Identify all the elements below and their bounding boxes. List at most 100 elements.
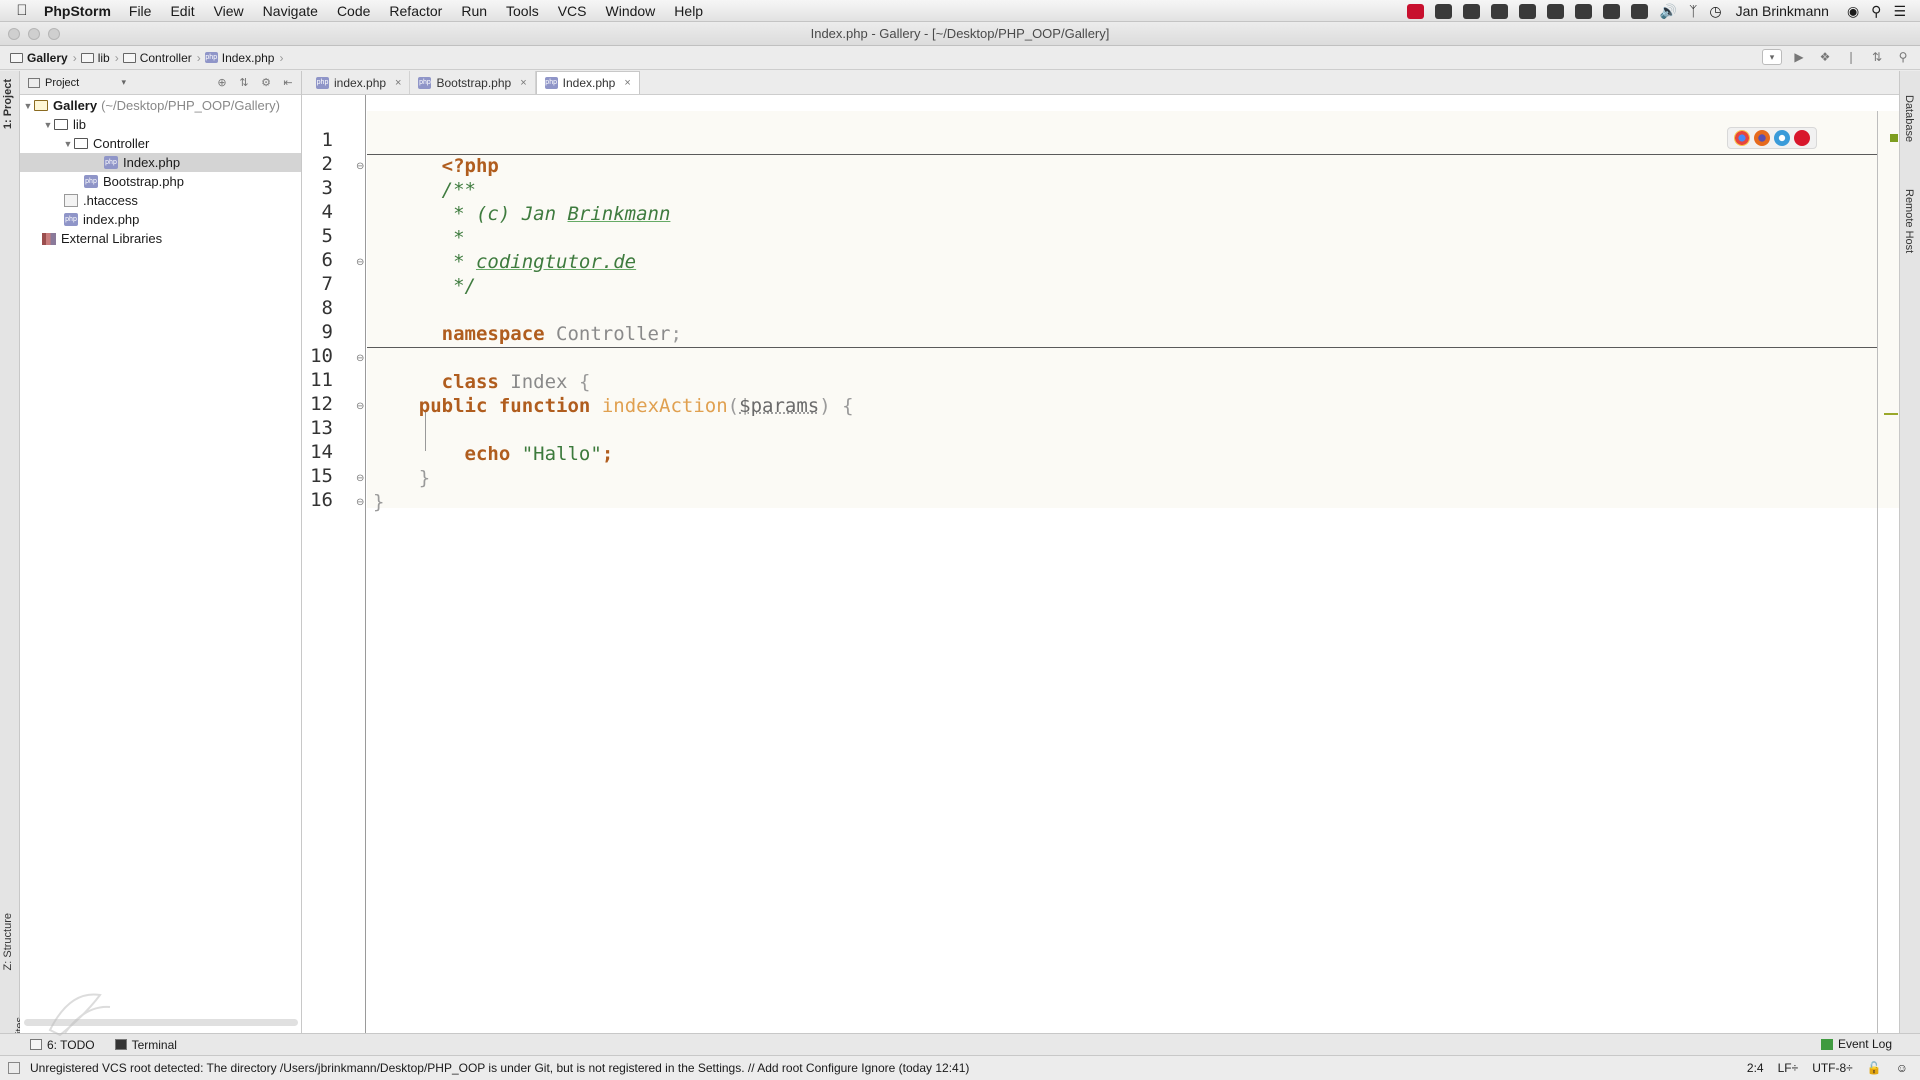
class-name: Index: [510, 371, 568, 393]
account-icon[interactable]: ◉: [1847, 3, 1859, 20]
tool-windows-toggle-icon[interactable]: [8, 1062, 20, 1074]
notification-center-icon[interactable]: ☰: [1893, 3, 1906, 20]
tree-item-index-php-root[interactable]: php index.php: [20, 210, 301, 229]
close-icon[interactable]: ×: [624, 77, 630, 89]
menu-vcs[interactable]: VCS: [558, 3, 587, 19]
tree-item-external-libraries[interactable]: External Libraries: [20, 229, 301, 248]
fold-marker-icon[interactable]: ⊖: [356, 257, 364, 268]
tab-index-php-root[interactable]: php index.php ×: [308, 71, 411, 94]
chrome-icon[interactable]: [1734, 130, 1750, 146]
inspection-status-icon[interactable]: [1890, 134, 1898, 142]
encoding-selector[interactable]: UTF-8÷: [1812, 1061, 1853, 1075]
open-in-browser-toolbar: [1727, 127, 1817, 149]
apple-icon[interactable]: : [0, 2, 44, 19]
time-machine-icon[interactable]: ◷: [1709, 3, 1721, 20]
breadcrumb-controller[interactable]: Controller ›: [122, 51, 201, 65]
line-separator-selector[interactable]: LF÷: [1778, 1061, 1799, 1075]
status-message[interactable]: Unregistered VCS root detected: The dire…: [30, 1061, 969, 1075]
project-tool-tab[interactable]: 1: Project: [2, 79, 14, 129]
expanded-arrow-icon[interactable]: ▼: [22, 101, 34, 111]
expanded-arrow-icon[interactable]: ▼: [62, 139, 74, 149]
menu-app-name[interactable]: PhpStorm: [44, 3, 111, 19]
tree-item-index-php[interactable]: php Index.php: [20, 153, 301, 172]
namespace-name: Controller: [556, 323, 671, 345]
tab-bootstrap-php[interactable]: php Bootstrap.php ×: [410, 71, 536, 94]
fold-marker-icon[interactable]: ⊖: [356, 401, 364, 412]
tree-item-htaccess[interactable]: .htaccess: [20, 191, 301, 210]
fold-marker-icon[interactable]: ⊖: [356, 497, 364, 508]
fold-marker-icon[interactable]: ⊖: [356, 161, 364, 172]
opera-icon[interactable]: [1794, 130, 1810, 146]
hide-panel-icon[interactable]: ⇤: [281, 76, 295, 89]
spotlight-icon[interactable]: ⚲: [1871, 3, 1881, 20]
plus-icon[interactable]: [1490, 3, 1508, 19]
run-configuration-dropdown[interactable]: ▾: [1762, 49, 1782, 65]
code-editor[interactable]: 1 2 3 4 5 6 7 8 9 10 11 12 13 14 15 16 ⊖…: [302, 95, 1899, 1033]
fold-marker-icon[interactable]: ⊖: [356, 353, 364, 364]
search-icon[interactable]: ⚲: [1894, 49, 1912, 65]
project-view-dropdown[interactable]: Project ▾: [28, 75, 126, 91]
menu-help[interactable]: Help: [674, 3, 703, 19]
caret-position[interactable]: 2:4: [1747, 1061, 1764, 1075]
gear-icon[interactable]: ⚙: [259, 76, 273, 89]
clipboard-icon[interactable]: [1546, 3, 1564, 19]
scroll-from-source-icon[interactable]: ⊕: [215, 76, 229, 89]
menu-view[interactable]: View: [214, 3, 244, 19]
tree-item-gallery[interactable]: ▼ Gallery (~/Desktop/PHP_OOP/Gallery): [20, 96, 301, 115]
coverage-icon[interactable]: ❘: [1842, 49, 1860, 65]
tree-item-controller[interactable]: ▼ Controller: [20, 134, 301, 153]
menu-window[interactable]: Window: [606, 3, 656, 19]
terminal-tool-tab[interactable]: Terminal: [114, 1038, 177, 1052]
parameter-variable: $params: [739, 395, 820, 417]
line-number: 10: [310, 345, 333, 367]
menu-code[interactable]: Code: [337, 3, 370, 19]
record-icon[interactable]: [1406, 3, 1424, 19]
breadcrumb-index-php[interactable]: php Index.php ›: [204, 51, 283, 65]
debug-icon[interactable]: ❖: [1816, 49, 1834, 65]
close-icon[interactable]: ×: [395, 77, 401, 89]
vcs-update-icon[interactable]: ⇅: [1868, 49, 1886, 65]
menu-file[interactable]: File: [129, 3, 152, 19]
doc-comment-link[interactable]: codingtutor.de: [476, 251, 636, 273]
menu-edit[interactable]: Edit: [170, 3, 194, 19]
dropbox-icon[interactable]: [1434, 3, 1452, 19]
keyword: class: [441, 371, 499, 393]
menu-navigate[interactable]: Navigate: [263, 3, 318, 19]
error-stripe-marker[interactable]: [1884, 413, 1898, 415]
event-log-tool-tab[interactable]: Event Log: [1820, 1037, 1892, 1051]
breadcrumb-lib[interactable]: lib ›: [80, 51, 119, 65]
tree-item-lib[interactable]: ▼ lib: [20, 115, 301, 134]
tab-index-php[interactable]: php Index.php ×: [535, 71, 640, 94]
volume-icon[interactable]: 🔊: [1660, 3, 1677, 20]
menu-run[interactable]: Run: [461, 3, 487, 19]
line-number-gutter[interactable]: 1 2 3 4 5 6 7 8 9 10 11 12 13 14 15 16 ⊖…: [302, 95, 366, 1033]
code-area[interactable]: <?php /** * (c) Jan Brinkmann * * coding…: [367, 95, 1899, 1033]
database-tool-tab[interactable]: Database: [1903, 95, 1915, 142]
collapse-all-icon[interactable]: ⇅: [237, 76, 251, 89]
firefox-icon[interactable]: [1754, 130, 1770, 146]
tree-item-bootstrap-php[interactable]: php Bootstrap.php: [20, 172, 301, 191]
onepassword-icon[interactable]: [1518, 3, 1536, 19]
display-icon[interactable]: [1630, 3, 1648, 19]
cloud-icon[interactable]: [1574, 3, 1592, 19]
user-name[interactable]: Jan Brinkmann: [1736, 3, 1829, 19]
structure-tool-tab[interactable]: Z: Structure: [2, 913, 14, 970]
menu-refactor[interactable]: Refactor: [389, 3, 442, 19]
evernote-icon[interactable]: [1602, 3, 1620, 19]
app-status-icon[interactable]: [1462, 3, 1480, 19]
fold-marker-icon[interactable]: ⊖: [356, 473, 364, 484]
folder-icon: [74, 138, 88, 149]
inspector-icon[interactable]: ☺: [1896, 1061, 1908, 1075]
close-icon[interactable]: ×: [520, 77, 526, 89]
lock-icon[interactable]: 🔓: [1867, 1061, 1882, 1075]
safari-icon[interactable]: [1774, 130, 1790, 146]
remote-host-tool-tab[interactable]: Remote Host: [1903, 189, 1915, 253]
run-icon[interactable]: ▶: [1790, 49, 1808, 65]
php-file-icon: php: [84, 175, 98, 188]
menu-tools[interactable]: Tools: [506, 3, 539, 19]
php-file-icon: php: [104, 156, 118, 169]
string-literal: "Hallo": [521, 443, 602, 465]
breadcrumb-gallery[interactable]: Gallery ›: [10, 51, 77, 65]
bluetooth-icon[interactable]: ᛉ: [1689, 3, 1697, 19]
expanded-arrow-icon[interactable]: ▼: [42, 120, 54, 130]
